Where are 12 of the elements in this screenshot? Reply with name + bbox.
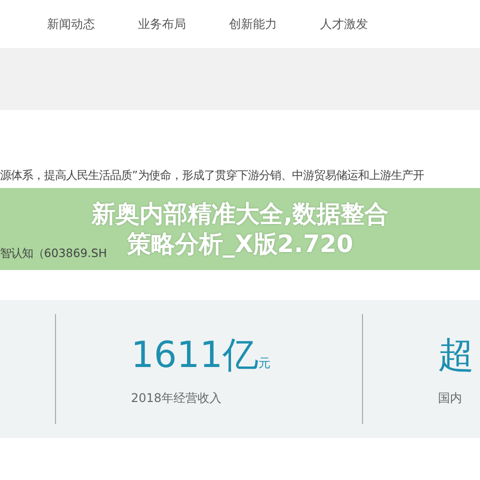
stat-caption: 2018年经营收入 — [131, 390, 223, 407]
stat-value: 1611亿元 — [131, 334, 272, 378]
intro-text: 源体系，提高人民生活品质”为使命，形成了贯穿下游分销、中游贸易储运和上游生产开 — [0, 168, 425, 182]
nav-link[interactable]: 人才激发 — [320, 16, 368, 32]
intro-text: 智认知（603869.SH — [0, 246, 107, 260]
stat-caption: 国内 — [438, 390, 463, 407]
banner-title: 新奥内部精准大全,数据整合 — [91, 199, 389, 229]
nav-link[interactable]: 业务布局 — [138, 16, 186, 32]
nav-link[interactable]: 创新能力 — [229, 16, 277, 32]
stat-value: 超 — [438, 334, 474, 378]
nav-link[interactable]: 新闻动态 — [47, 16, 95, 32]
banner-title: 策略分析_X版2.720 — [126, 229, 354, 259]
